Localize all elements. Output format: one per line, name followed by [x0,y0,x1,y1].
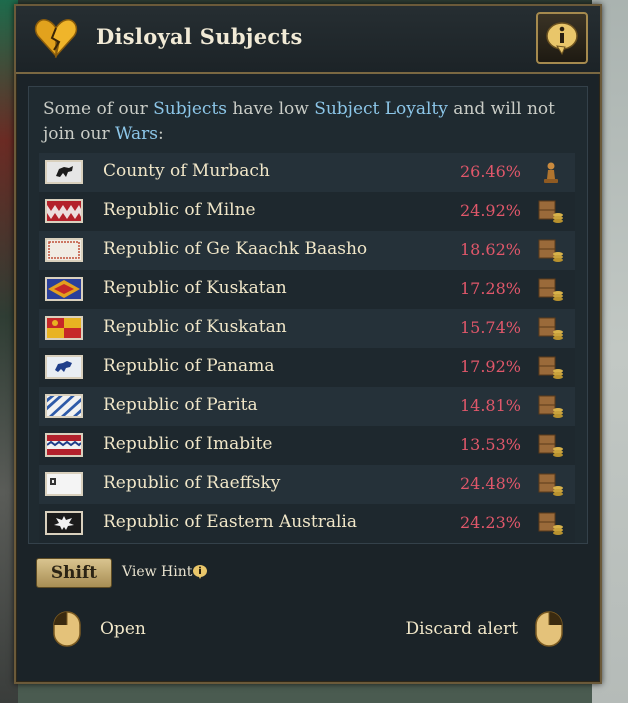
subject-loyalty-link[interactable]: Subject Loyalty [314,99,448,119]
desc-text: have low [227,99,315,119]
subject-name: Republic of Parita [103,395,258,415]
subject-loyalty: 17.28% [459,279,521,298]
subject-flag [45,316,83,340]
subject-loyalty: 24.23% [459,513,521,532]
subject-row[interactable]: Republic of Panama 17.92% [39,348,575,387]
coins-crate-icon [538,434,563,457]
subject-row[interactable]: Republic of Parita 14.81% [39,387,575,426]
subject-name: Republic of Raeffsky [103,473,281,493]
subject-row[interactable]: Republic of Milne 24.92% [39,192,575,231]
info-button[interactable] [536,12,588,64]
subject-row[interactable]: Republic of Eastern Australia 24.23% [39,504,575,543]
hint-bubble-icon [193,565,207,579]
coins-crate-icon [538,317,563,340]
mouse-left-click-icon [53,611,81,647]
info-icon [546,22,578,56]
subject-row[interactable]: Republic of Ge Kaachk Baasho 18.62% [39,231,575,270]
coins-crate-icon [538,278,563,301]
subject-name: Republic of Panama [103,356,275,376]
mouse-right-click-icon [535,611,563,647]
subject-name: Republic of Kuskatan [103,317,287,337]
coins-crate-icon [538,356,563,379]
subject-flag [45,277,83,301]
subject-loyalty: 17.92% [459,357,521,376]
subject-flag [45,433,83,457]
subject-name: Republic of Imabite [103,434,273,454]
subject-name: Republic of Milne [103,200,256,220]
subject-name: Republic of Ge Kaachk Baasho [103,239,368,259]
subject-row[interactable]: County of Murbach 26.46% [39,153,575,192]
coins-crate-icon [538,512,563,535]
subject-name: County of Murbach [103,161,270,181]
subject-flag [45,355,83,379]
subject-loyalty: 18.62% [459,240,521,259]
subjects-link[interactable]: Subjects [153,99,227,119]
wars-link[interactable]: Wars [115,124,158,144]
subject-loyalty: 24.92% [459,201,521,220]
subject-loyalty: 14.81% [459,396,521,415]
coins-crate-icon [538,473,563,496]
open-action[interactable]: Open [100,619,146,639]
view-hint-label: View Hint [122,564,193,580]
desc-text: Some of our [43,99,154,119]
subject-flag [45,199,83,223]
subject-name: Republic of Kuskatan [103,278,287,298]
disloyal-subjects-panel: Disloyal Subjects Some of our Subjects h… [14,4,602,684]
subject-row[interactable]: Republic of Imabite 13.53% [39,426,575,465]
subject-loyalty: 13.53% [459,435,521,454]
coins-crate-icon [538,239,563,262]
pawn-icon [544,162,558,183]
broken-heart-icon [34,19,78,58]
subject-loyalty: 26.46% [459,162,521,181]
coins-crate-icon [538,395,563,418]
subject-flag [45,238,83,262]
subject-flag [45,472,83,496]
subject-name: Republic of Eastern Australia [103,512,357,532]
subject-list: County of Murbach 26.46% Republic of Mil… [39,153,575,543]
coins-crate-icon [538,200,563,223]
discard-alert-action[interactable]: Discard alert [406,619,518,639]
desc-text: : [158,124,164,144]
subject-flag [45,160,83,184]
subject-row[interactable]: Republic of Kuskatan 15.74% [39,309,575,348]
subject-row[interactable]: Republic of Raeffsky 24.48% [39,465,575,504]
panel-header: Disloyal Subjects [16,6,600,74]
alert-description: Some of our Subjects have low Subject Lo… [43,97,573,147]
subject-flag [45,511,83,535]
panel-title: Disloyal Subjects [96,24,303,49]
subject-loyalty: 15.74% [459,318,521,337]
subject-loyalty: 24.48% [459,474,521,493]
shift-key-hint: Shift [36,558,112,588]
subject-list-container: Some of our Subjects have low Subject Lo… [28,86,588,544]
subject-flag [45,394,83,418]
subject-row[interactable]: Republic of Kuskatan 17.28% [39,270,575,309]
